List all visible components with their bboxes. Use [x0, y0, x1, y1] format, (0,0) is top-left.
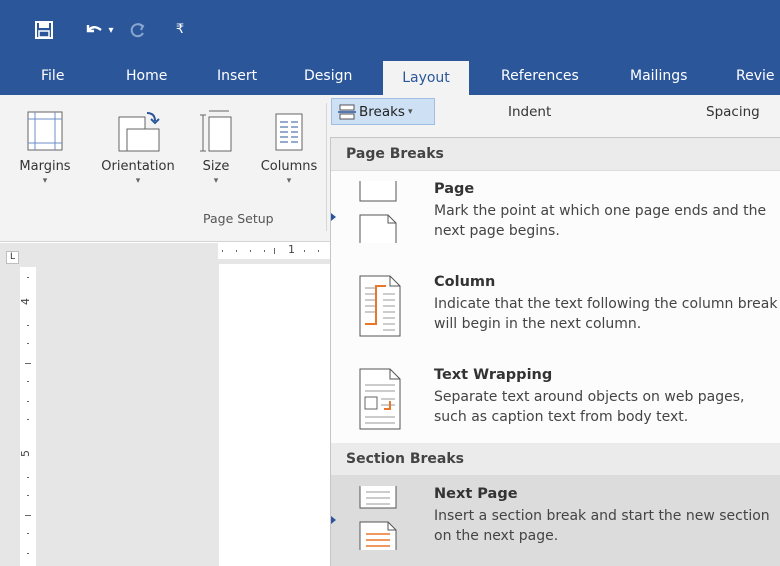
- breaks-caret: ▾: [407, 106, 413, 117]
- margins-button[interactable]: Margins ▾: [4, 107, 86, 186]
- ruler-ticks: [222, 248, 319, 254]
- menu-item-title: Page: [434, 181, 475, 197]
- spacing-label: Spacing: [706, 104, 760, 120]
- section-breaks-header: Section Breaks: [331, 443, 780, 476]
- next-page-icon: [346, 484, 414, 552]
- size-caret: ▾: [213, 176, 219, 186]
- menu-item-title: Next Page: [434, 486, 518, 502]
- group-divider: [326, 103, 327, 231]
- menu-item-column-break[interactable]: Column Indicate that the text following …: [331, 264, 780, 357]
- document-page[interactable]: [219, 264, 330, 566]
- breaks-button[interactable]: Breaks ▾: [331, 98, 435, 125]
- tab-selector[interactable]: L: [6, 251, 19, 264]
- menu-item-title: Text Wrapping: [434, 367, 553, 383]
- ribbon-tab-bar: File Home Insert Design Layout Reference…: [0, 58, 780, 95]
- margins-caret: ▾: [42, 176, 48, 186]
- save-icon[interactable]: [34, 20, 54, 40]
- breaks-icon: [338, 104, 356, 120]
- page-breaks-header: Page Breaks: [331, 138, 780, 171]
- tab-file[interactable]: File: [41, 58, 64, 95]
- menu-item-description: Mark the point at which one page ends an…: [434, 203, 767, 239]
- ruler-number-4: 4: [19, 298, 32, 305]
- columns-label: Columns: [260, 159, 318, 174]
- breaks-label: Breaks: [359, 103, 405, 120]
- menu-item-next-page[interactable]: Next Page Insert a section break and sta…: [331, 476, 780, 566]
- margins-icon: [4, 107, 86, 155]
- size-button[interactable]: Size ▾: [196, 107, 236, 186]
- indent-label: Indent: [508, 104, 552, 120]
- horizontal-ruler[interactable]: 1: [218, 243, 330, 259]
- page-break-icon: [346, 179, 414, 247]
- vertical-ruler[interactable]: 4 5: [19, 267, 36, 566]
- menu-item-page-break[interactable]: Page Mark the point at which one page en…: [331, 171, 780, 264]
- orientation-icon: [90, 107, 186, 155]
- menu-item-text-wrapping-break[interactable]: Text Wrapping Separate text around objec…: [331, 357, 780, 450]
- vertical-ruler-ticks: [25, 277, 31, 554]
- title-bar: ▾ ₹: [0, 0, 780, 58]
- columns-button[interactable]: Columns ▾: [252, 107, 326, 186]
- tab-mailings[interactable]: Mailings: [630, 58, 687, 95]
- submenu-indicator: [331, 213, 336, 221]
- orientation-caret: ▾: [135, 176, 141, 186]
- ruler-number-5: 5: [19, 450, 32, 457]
- redo-icon: [128, 20, 148, 40]
- size-icon: [196, 107, 236, 155]
- columns-icon: [252, 107, 326, 155]
- menu-item-description: Separate text around objects on web page…: [434, 389, 745, 425]
- tab-layout[interactable]: Layout: [383, 61, 469, 95]
- undo-dropdown-caret[interactable]: ▾: [106, 21, 116, 39]
- breaks-dropdown-menu: Page Breaks Page Mark the point at which…: [330, 137, 780, 566]
- columns-caret: ▾: [286, 176, 292, 186]
- page-setup-group-label: Page Setup: [203, 211, 274, 226]
- margins-label: Margins: [19, 159, 71, 174]
- menu-item-title: Column: [434, 274, 496, 290]
- tab-references[interactable]: References: [501, 58, 579, 95]
- menu-item-description: Indicate that the text following the col…: [434, 296, 778, 332]
- undo-icon[interactable]: [84, 20, 104, 40]
- column-break-icon: [346, 272, 414, 340]
- text-wrapping-break-icon: [346, 365, 414, 433]
- size-label: Size: [202, 159, 230, 174]
- customize-quick-access-icon[interactable]: ₹: [170, 19, 190, 39]
- tab-design[interactable]: Design: [304, 58, 352, 95]
- tab-review[interactable]: Revie: [736, 58, 775, 95]
- menu-item-description: Insert a section break and start the new…: [434, 508, 770, 544]
- orientation-button[interactable]: Orientation ▾: [90, 107, 186, 186]
- orientation-label: Orientation: [101, 159, 175, 174]
- submenu-indicator: [331, 516, 336, 524]
- tab-insert[interactable]: Insert: [217, 58, 257, 95]
- ruler-number: 1: [288, 243, 295, 256]
- tab-home[interactable]: Home: [126, 58, 167, 95]
